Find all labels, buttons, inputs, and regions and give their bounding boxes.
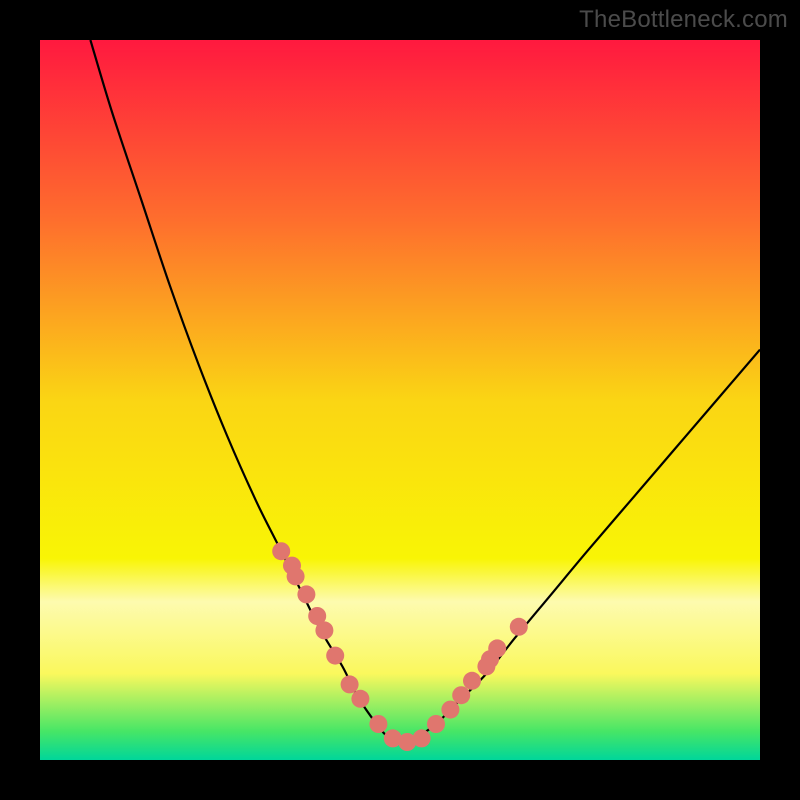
bead-marker	[297, 585, 315, 603]
bead-marker	[463, 672, 481, 690]
bead-marker	[369, 715, 387, 733]
chart-frame: TheBottleneck.com	[0, 0, 800, 800]
bead-marker	[427, 715, 445, 733]
bead-marker	[452, 686, 470, 704]
plot-background	[40, 40, 760, 760]
bead-marker	[488, 639, 506, 657]
bottleneck-chart	[0, 0, 800, 800]
bead-marker	[441, 701, 459, 719]
bead-marker	[510, 618, 528, 636]
bead-marker	[351, 690, 369, 708]
bead-marker	[326, 647, 344, 665]
bead-marker	[272, 542, 290, 560]
bead-marker	[413, 729, 431, 747]
bead-marker	[315, 621, 333, 639]
bead-marker	[341, 675, 359, 693]
bead-marker	[287, 567, 305, 585]
watermark-text: TheBottleneck.com	[579, 6, 788, 34]
